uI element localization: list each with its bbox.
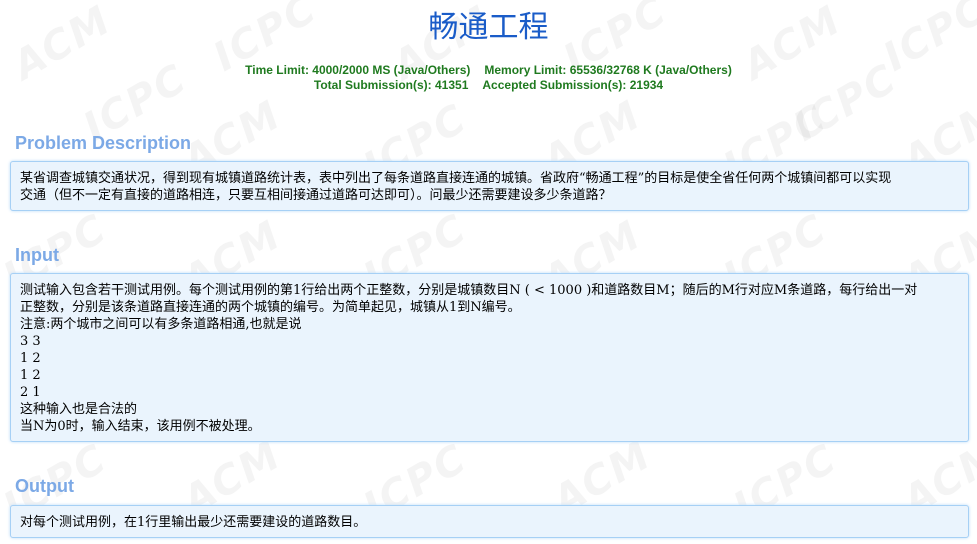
section-heading-input: Input xyxy=(15,245,59,265)
problem-stats: Time Limit: 4000/2000 MS (Java/Others) Me… xyxy=(0,63,977,93)
description-line: 某省调查城镇交通状况，得到现有城镇道路统计表，表中列出了每条道路直接连通的城镇。… xyxy=(20,171,892,186)
submissions-line: Total Submission(s): 41351 Accepted Submi… xyxy=(0,78,977,93)
accepted-submissions: Accepted Submission(s): 21934 xyxy=(482,78,664,92)
section-heading-description: Problem Description xyxy=(15,133,192,153)
input-line: 正整数，分别是该条道路直接连通的两个城镇的编号。为简单起见，城镇从1到N编号。 xyxy=(20,300,521,315)
problem-title: 畅通工程 xyxy=(428,10,549,45)
input-line: 1 2 xyxy=(20,368,41,383)
input-line: 注意:两个城市之间可以有多条道路相通,也就是说 xyxy=(20,317,302,332)
time-limit: Time Limit: 4000/2000 MS (Java/Others) xyxy=(245,63,471,77)
input-line: 2 1 xyxy=(20,385,41,400)
limits-line: Time Limit: 4000/2000 MS (Java/Others) Me… xyxy=(0,63,977,78)
input-line: 测试输入包含若干测试用例。每个测试用例的第1行给出两个正整数，分别是城镇数目N … xyxy=(20,283,918,298)
input-panel: 测试输入包含若干测试用例。每个测试用例的第1行给出两个正整数，分别是城镇数目N … xyxy=(10,273,969,442)
output-panel: 对每个测试用例，在1行里输出最少还需要建设的道路数目。 xyxy=(10,505,969,538)
section-heading-output: Output xyxy=(15,476,74,496)
input-line: 当N为0时，输入结束，该用例不被处理。 xyxy=(20,419,261,434)
input-line: 3 3 xyxy=(20,334,41,349)
total-submissions: Total Submission(s): 41351 xyxy=(313,78,469,92)
input-line: 1 2 xyxy=(20,351,41,366)
output-line: 对每个测试用例，在1行里输出最少还需要建设的道路数目。 xyxy=(20,515,367,530)
description-panel: 某省调查城镇交通状况，得到现有城镇道路统计表，表中列出了每条道路直接连通的城镇。… xyxy=(10,161,969,211)
memory-limit: Memory Limit: 65536/32768 K (Java/Others… xyxy=(484,63,732,77)
description-line: 交通（但不一定有直接的道路相连，只要互相间接通过道路可达即可）。问最少还需要建设… xyxy=(20,188,612,203)
input-line: 这种输入也是合法的 xyxy=(20,402,138,417)
